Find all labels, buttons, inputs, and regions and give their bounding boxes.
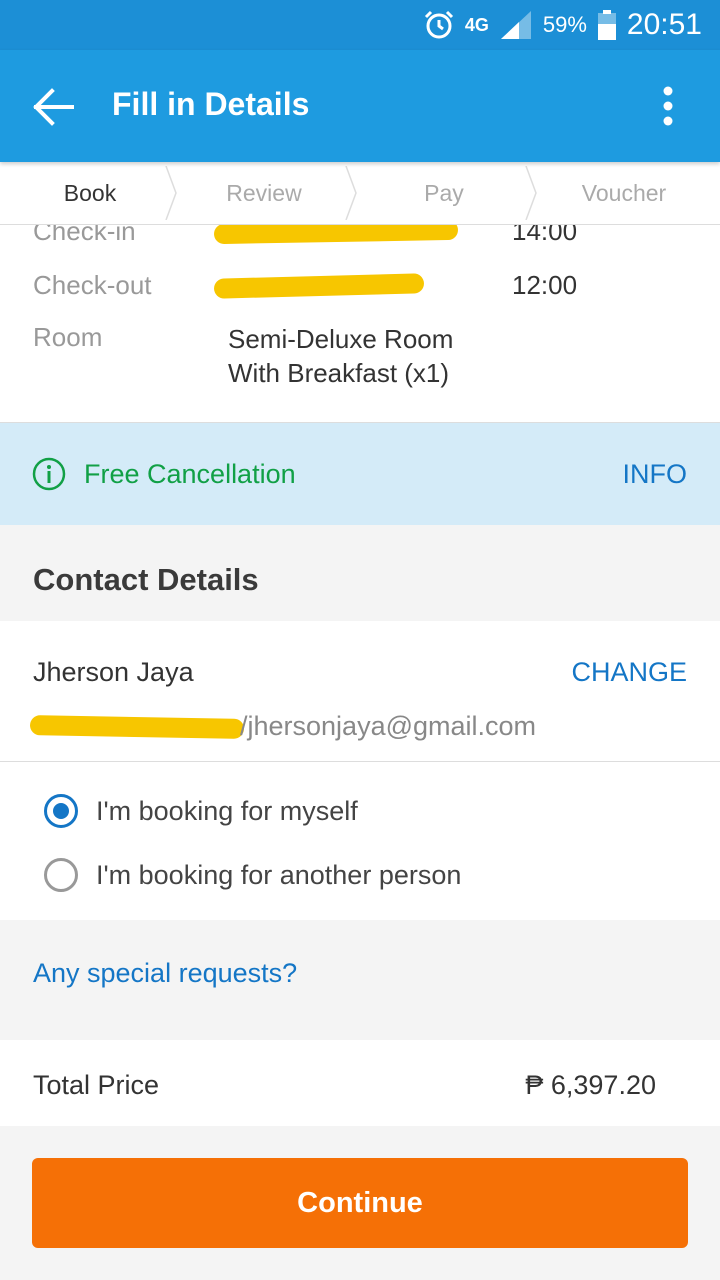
checkin-label: Check-in [33, 224, 136, 246]
radio-unselected-icon[interactable] [44, 858, 78, 892]
booking-for-myself-label: I'm booking for myself [96, 796, 358, 826]
total-price-amount: ₱ 6,397.20 [525, 1070, 656, 1100]
radio-selected-icon[interactable] [44, 794, 78, 828]
info-circle-icon [32, 457, 66, 491]
booking-for-options: I'm booking for myself I'm booking for a… [0, 762, 720, 920]
room-label: Room [33, 322, 103, 352]
contact-card: Jherson Jaya CHANGE /jhersonjaya@gmail.c… [0, 621, 720, 762]
redaction-mark [29, 715, 245, 739]
contact-details-title: Contact Details [33, 562, 259, 597]
status-icons: 4G 59% 20:51 [423, 0, 702, 50]
redaction-mark [213, 273, 425, 299]
battery-percent: 59% [542, 12, 587, 37]
step-voucher: Voucher [581, 180, 667, 206]
change-contact-button[interactable]: CHANGE [571, 657, 687, 688]
contact-name: Jherson Jaya [33, 657, 194, 687]
battery-icon [597, 10, 616, 40]
room-name-line1: Semi-Deluxe Room [228, 324, 454, 354]
more-options-icon[interactable] [662, 86, 674, 126]
checkin-time: 14:00 [512, 224, 578, 246]
page-title: Fill in Details [112, 86, 310, 122]
clock: 20:51 [626, 8, 702, 41]
status-bar: 4G 59% 20:51 [0, 0, 720, 50]
special-requests-link[interactable]: Any special requests? [33, 958, 297, 989]
app-bar: Fill in Details [0, 50, 720, 162]
checkout-label: Check-out [33, 270, 152, 300]
signal-icon [500, 11, 531, 39]
booking-for-another-option[interactable]: I'm booking for another person [44, 858, 644, 898]
step-book: Book [63, 180, 117, 206]
step-review: Review [226, 180, 302, 206]
info-link[interactable]: INFO [623, 459, 688, 490]
total-price-label: Total Price [33, 1070, 160, 1100]
alarm-icon [424, 10, 453, 39]
room-name-line2: With Breakfast (x1) [228, 358, 450, 388]
booking-summary: Check-in 14:00 Check-out 12:00 Room Semi… [0, 224, 720, 423]
booking-for-another-label: I'm booking for another person [96, 860, 462, 890]
back-arrow-icon[interactable] [30, 84, 76, 130]
continue-button[interactable]: Continue [32, 1158, 688, 1248]
step-pay: Pay [424, 180, 464, 206]
total-price-card: Total Price ₱ 6,397.20 [0, 1040, 720, 1126]
contact-email: /jhersonjaya@gmail.com [240, 711, 537, 741]
free-cancellation-banner: Free Cancellation INFO [0, 423, 720, 525]
booking-for-myself-option[interactable]: I'm booking for myself [44, 794, 644, 834]
redaction-mark [213, 224, 459, 245]
room-name: Semi-Deluxe Room With Breakfast (x1) [228, 322, 453, 390]
checkout-time: 12:00 [512, 270, 578, 300]
network-type: 4G [464, 15, 489, 35]
progress-stepper: Book Review Pay Voucher [0, 162, 720, 225]
free-cancellation-text: Free Cancellation [84, 459, 296, 489]
